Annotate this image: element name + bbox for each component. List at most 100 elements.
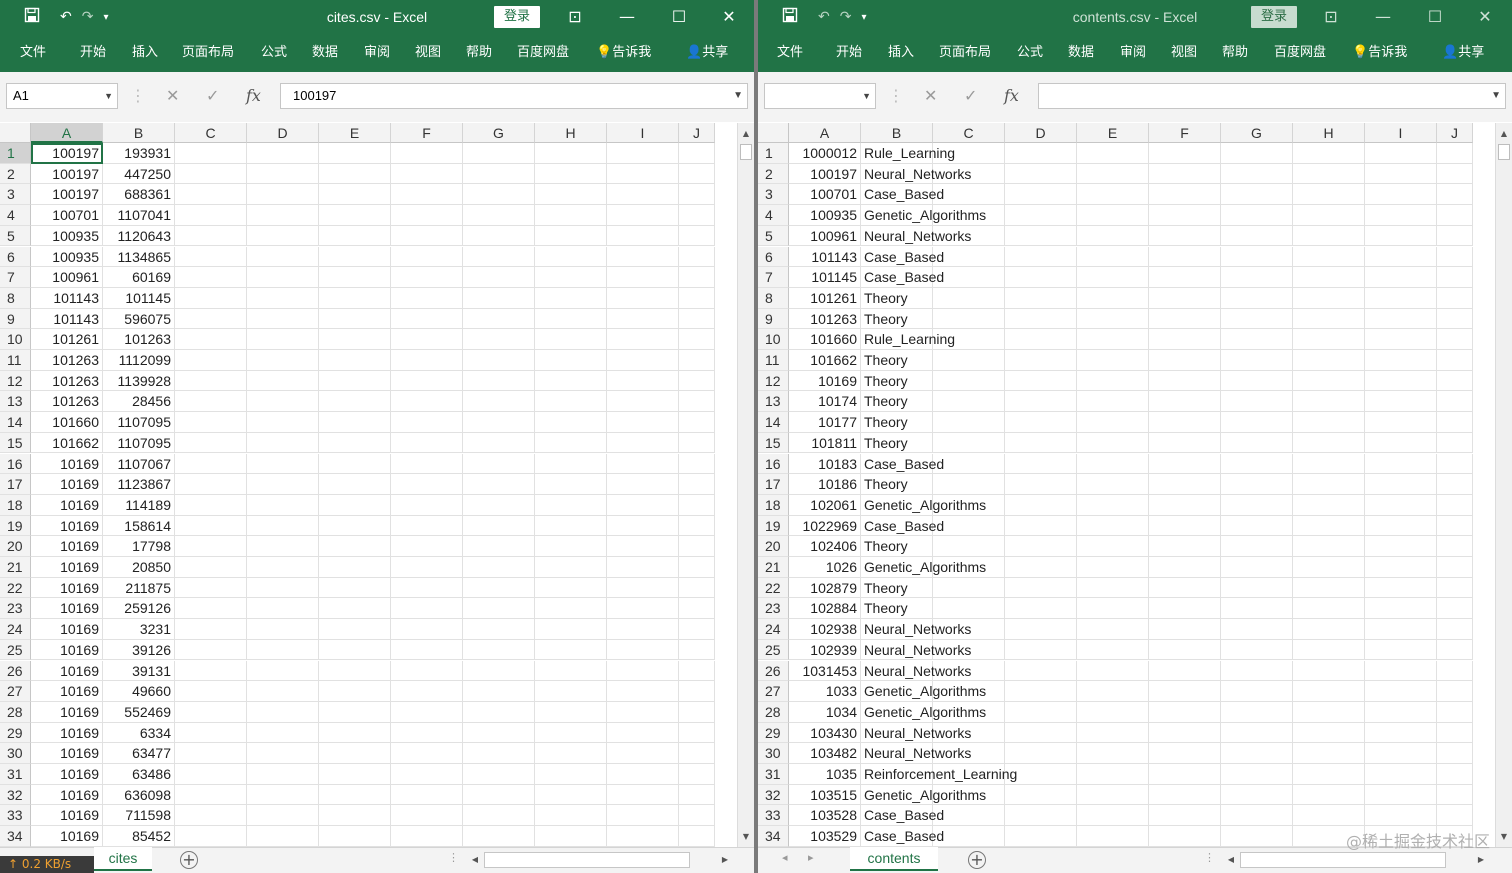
splitter-handle[interactable]: ⋮ xyxy=(448,851,459,864)
cell-b[interactable]: Case_Based xyxy=(861,246,944,268)
cell-empty[interactable] xyxy=(1293,391,1365,413)
cell-a[interactable]: 10186 xyxy=(789,474,861,495)
cell-empty[interactable] xyxy=(1221,453,1293,475)
cell-empty[interactable] xyxy=(1149,246,1221,268)
cell-b[interactable]: 1107041 xyxy=(103,205,175,226)
cell-empty[interactable] xyxy=(1005,267,1077,288)
row-header[interactable]: 25 xyxy=(0,639,31,661)
cell-empty[interactable] xyxy=(1437,246,1473,268)
cell-empty[interactable] xyxy=(319,329,391,350)
cell-empty[interactable] xyxy=(679,764,715,785)
cell-empty[interactable] xyxy=(1437,329,1473,350)
cell-empty[interactable] xyxy=(535,205,607,226)
cell-empty[interactable] xyxy=(391,619,463,640)
cell-empty[interactable] xyxy=(933,432,1005,454)
sheet-tab-contents[interactable]: contents xyxy=(850,847,938,871)
cell-empty[interactable] xyxy=(175,205,247,226)
cell-empty[interactable] xyxy=(535,143,607,164)
cell-empty[interactable] xyxy=(247,474,319,495)
cell-empty[interactable] xyxy=(1149,557,1221,578)
cell-empty[interactable] xyxy=(1149,805,1221,827)
cell-a[interactable]: 1035 xyxy=(789,764,861,785)
cell-a[interactable]: 101143 xyxy=(31,287,103,309)
cell-empty[interactable] xyxy=(1005,722,1077,744)
cell-a[interactable]: 100197 xyxy=(31,163,103,185)
cell-b[interactable]: Genetic_Algorithms xyxy=(861,784,986,806)
cell-empty[interactable] xyxy=(319,432,391,454)
cell-empty[interactable] xyxy=(1293,764,1365,785)
tab-view[interactable]: 视图 xyxy=(1171,34,1197,72)
cell-empty[interactable] xyxy=(463,474,535,495)
cell-empty[interactable] xyxy=(319,391,391,413)
cell-b[interactable]: Theory xyxy=(861,350,933,371)
cell-empty[interactable] xyxy=(175,764,247,785)
row-header[interactable]: 11 xyxy=(758,350,789,371)
cell-empty[interactable] xyxy=(463,619,535,640)
cell-empty[interactable] xyxy=(1293,474,1365,495)
row-header[interactable]: 22 xyxy=(0,577,31,599)
cell-empty[interactable] xyxy=(1077,308,1149,330)
column-header-c[interactable]: C xyxy=(933,123,1005,143)
row-header[interactable]: 18 xyxy=(758,494,789,516)
cell-empty[interactable] xyxy=(319,474,391,495)
cell-empty[interactable] xyxy=(607,764,679,785)
cell-empty[interactable] xyxy=(1293,515,1365,537)
cell-empty[interactable] xyxy=(391,350,463,371)
cell-a[interactable]: 101143 xyxy=(31,308,103,330)
select-all-corner[interactable] xyxy=(758,123,789,143)
cell-empty[interactable] xyxy=(1005,681,1077,702)
column-header-d[interactable]: D xyxy=(247,123,319,143)
row-header[interactable]: 8 xyxy=(758,287,789,309)
row-header[interactable]: 15 xyxy=(758,432,789,454)
cell-a[interactable]: 101263 xyxy=(789,308,861,330)
cell-a[interactable]: 10169 xyxy=(31,764,103,785)
cell-b[interactable]: Theory xyxy=(861,577,933,599)
cell-b[interactable]: Neural_Networks xyxy=(861,743,971,764)
cell-empty[interactable] xyxy=(1221,225,1293,247)
cell-empty[interactable] xyxy=(1293,577,1365,599)
cell-empty[interactable] xyxy=(1293,329,1365,350)
cell-empty[interactable] xyxy=(1077,515,1149,537)
cell-empty[interactable] xyxy=(1365,163,1437,185)
cell-b[interactable]: 1123867 xyxy=(103,474,175,495)
cell-empty[interactable] xyxy=(1077,184,1149,206)
cell-empty[interactable] xyxy=(247,764,319,785)
cell-a[interactable]: 101143 xyxy=(789,246,861,268)
cell-empty[interactable] xyxy=(607,350,679,371)
cell-empty[interactable] xyxy=(319,701,391,723)
cell-empty[interactable] xyxy=(1293,184,1365,206)
row-header[interactable]: 2 xyxy=(0,163,31,185)
cell-b[interactable]: 1120643 xyxy=(103,225,175,247)
cell-empty[interactable] xyxy=(1221,143,1293,164)
cell-empty[interactable] xyxy=(607,163,679,185)
cell-empty[interactable] xyxy=(1005,598,1077,620)
cell-empty[interactable] xyxy=(1005,205,1077,226)
cell-empty[interactable] xyxy=(1437,743,1473,764)
cell-empty[interactable] xyxy=(607,784,679,806)
cell-empty[interactable] xyxy=(1077,329,1149,350)
cell-empty[interactable] xyxy=(535,329,607,350)
tab-formulas[interactable]: 公式 xyxy=(1017,34,1043,72)
cell-empty[interactable] xyxy=(463,805,535,827)
cell-empty[interactable] xyxy=(463,681,535,702)
cell-empty[interactable] xyxy=(1293,267,1365,288)
cell-empty[interactable] xyxy=(175,329,247,350)
cell-b[interactable]: Neural_Networks xyxy=(861,660,971,682)
row-header[interactable]: 30 xyxy=(758,743,789,764)
cell-empty[interactable] xyxy=(175,722,247,744)
cell-a[interactable]: 100961 xyxy=(789,225,861,247)
cell-empty[interactable] xyxy=(1221,619,1293,640)
cell-empty[interactable] xyxy=(1221,329,1293,350)
scroll-up-icon[interactable]: ▲ xyxy=(1496,125,1512,142)
more-options-icon[interactable]: ⋮ xyxy=(130,83,146,109)
cell-b[interactable]: Genetic_Algorithms xyxy=(861,494,986,516)
cell-empty[interactable] xyxy=(607,287,679,309)
cell-empty[interactable] xyxy=(1149,577,1221,599)
cell-empty[interactable] xyxy=(391,764,463,785)
cell-b[interactable]: 39131 xyxy=(103,660,175,682)
cell-empty[interactable] xyxy=(247,205,319,226)
cell-empty[interactable] xyxy=(1005,225,1077,247)
cell-empty[interactable] xyxy=(607,267,679,288)
cell-empty[interactable] xyxy=(175,391,247,413)
row-header[interactable]: 1 xyxy=(758,143,789,164)
